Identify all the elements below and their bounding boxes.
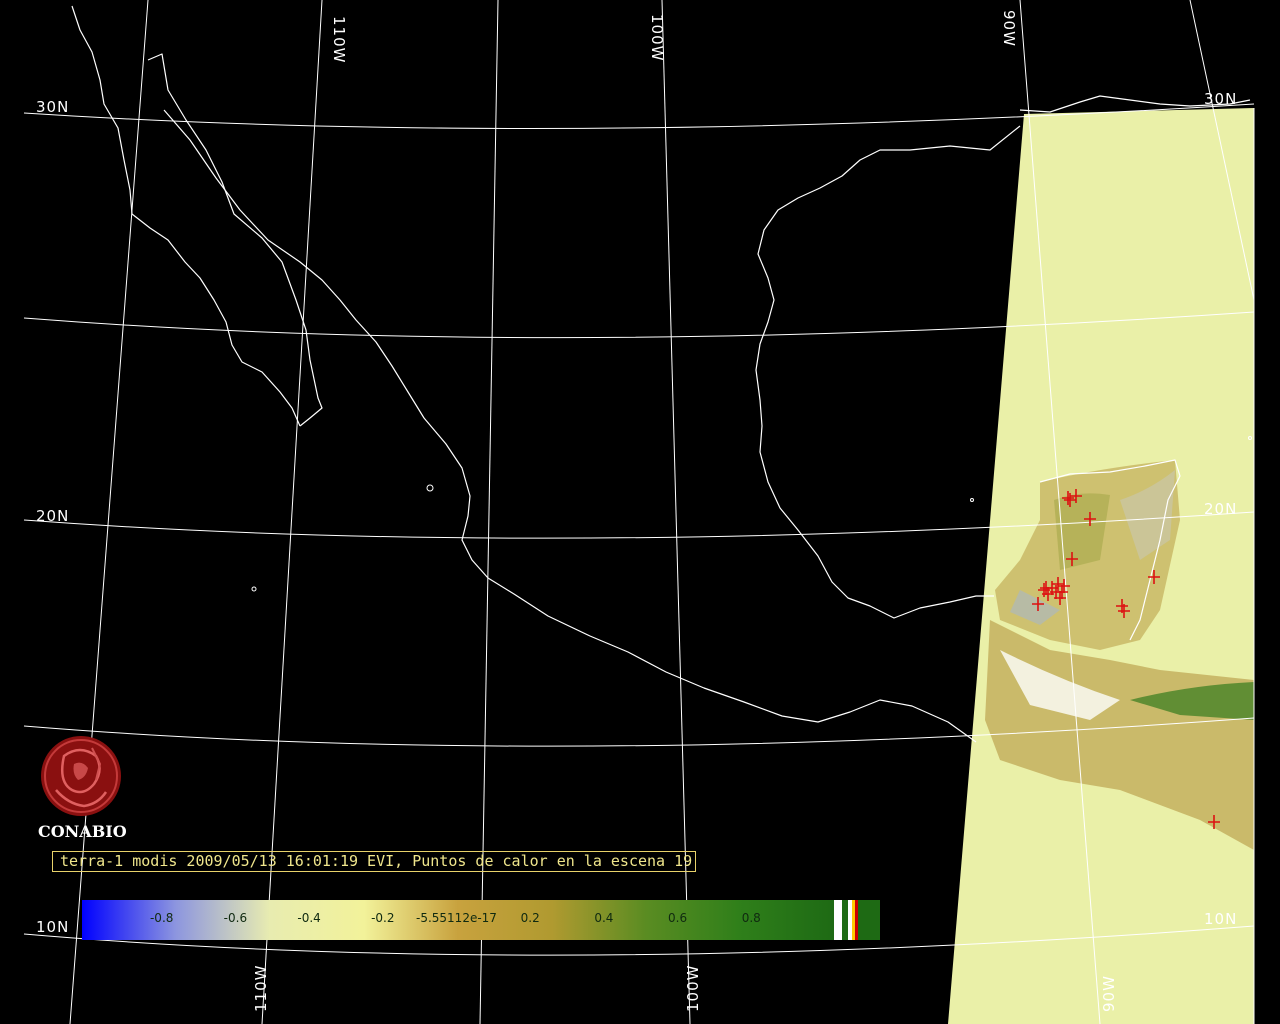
- colorbar-tick-label: -0.4: [297, 911, 321, 925]
- lon-label-90w-bottom: 90W: [1100, 975, 1118, 1012]
- lat-label-20n-left: 20N: [36, 507, 70, 525]
- colorbar-tick-label: -0.6: [223, 911, 248, 925]
- lon-label-100w-top: 100W: [648, 14, 666, 62]
- colorbar-tick-label: -0.8: [149, 911, 174, 925]
- conabio-logo-text: CONABIO: [38, 822, 127, 841]
- colorbar-tick-label: 0.4: [594, 911, 614, 925]
- colorbar-tick-label: -0.2: [371, 911, 395, 925]
- colorbar-tick-label: 0.8: [741, 911, 761, 925]
- lat-label-10n-left: 10N: [36, 918, 70, 936]
- colorbar-tick-label: -5.55112e-17: [416, 911, 497, 925]
- lon-label-110w-bottom: 110W: [252, 964, 270, 1012]
- colorbar-tick-label: 0.6: [668, 911, 688, 925]
- lat-label-20n-right: 20N: [1204, 500, 1238, 518]
- lon-label-100w-bottom: 100W: [684, 964, 702, 1012]
- colorbar-tick-label: 0.2: [520, 911, 540, 925]
- lat-label-10n-right: 10N: [1204, 910, 1238, 928]
- lat-label-30n-left: 30N: [36, 98, 70, 116]
- lon-label-90w-top: 90W: [1000, 10, 1018, 47]
- colorbar-labels: -0.8 -0.6 -0.4 -0.2 -5.55112e-17 0.2 0.4 0.6 0.8: [82, 900, 880, 940]
- scene-caption: terra-1 modis 2009/05/13 16:01:19 EVI, P…: [60, 852, 693, 870]
- lat-label-30n-right: 30N: [1204, 90, 1238, 108]
- lon-label-110w-top: 110W: [330, 16, 348, 64]
